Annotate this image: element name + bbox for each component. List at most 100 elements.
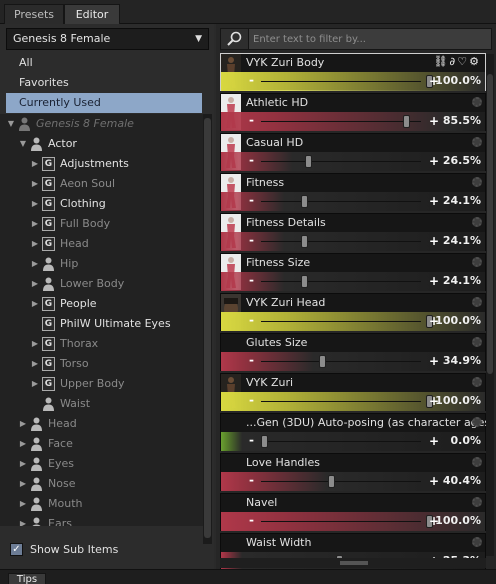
property-slider[interactable]: Love Handles - +40.4% [220, 453, 486, 491]
slider-value[interactable]: 24.1% [443, 272, 481, 290]
tree-item[interactable]: ▶ G Torso [30, 354, 204, 374]
property-slider[interactable]: VYK Zuri - +100.0% [220, 373, 486, 411]
tree-item[interactable]: ▶ Lower Body [30, 274, 204, 294]
tab-presets[interactable]: Presets [4, 4, 64, 24]
tree-item[interactable]: ▶ G Head [30, 234, 204, 254]
decrement-icon[interactable]: - [249, 112, 254, 129]
increment-icon[interactable]: + [429, 232, 439, 250]
tree-item[interactable]: ▶ G Thorax [30, 334, 204, 354]
slider-track[interactable]: - +85.5% [221, 112, 485, 131]
gear-icon[interactable] [472, 417, 482, 427]
slider-track[interactable]: - +100.0% [221, 512, 485, 531]
gear-icon[interactable] [472, 297, 482, 307]
tree-item[interactable]: ▶ Face [18, 434, 204, 454]
slider-handle[interactable] [319, 355, 326, 368]
expand-right-icon[interactable]: ▶ [30, 194, 40, 214]
expand-down-icon[interactable]: ▼ [6, 114, 16, 134]
property-slider[interactable]: Fitness - +24.1% [220, 173, 486, 211]
property-slider[interactable]: ...Gen (3DU) Auto-posing (as character a… [220, 413, 494, 451]
slider-scrollbar-thumb[interactable] [487, 74, 493, 374]
property-slider[interactable]: Fitness Size - +24.1% [220, 253, 486, 291]
increment-icon[interactable]: + [429, 472, 439, 490]
property-slider[interactable]: Athletic HD - +85.5% [220, 93, 486, 131]
slider-track[interactable]: - +100.0% [221, 72, 485, 91]
category-currently-used[interactable]: Currently Used [6, 93, 202, 113]
tree-item[interactable]: ▶ G Adjustments [30, 154, 204, 174]
slider-handle[interactable] [301, 235, 308, 248]
expand-right-icon[interactable]: ▶ [18, 494, 28, 514]
slider-track[interactable]: - +40.4% [221, 472, 485, 491]
slider-value[interactable]: 85.5% [443, 112, 481, 130]
link-icon[interactable]: ⛓ [434, 55, 450, 68]
expand-right-icon[interactable]: ▶ [30, 174, 40, 194]
gear-icon[interactable] [472, 137, 482, 147]
expand-right-icon[interactable]: ▶ [30, 294, 40, 314]
decrement-icon[interactable]: - [249, 272, 254, 289]
tree-item[interactable]: ▶ G People [30, 294, 204, 314]
tree-item[interactable]: ▼ Actor [18, 134, 204, 154]
property-slider[interactable]: Fitness Details - +24.1% [220, 213, 486, 251]
decrement-icon[interactable]: - [249, 392, 254, 409]
slider-value[interactable]: 34.9% [443, 352, 481, 370]
slider-track[interactable]: - +24.1% [221, 232, 485, 251]
expand-right-icon[interactable]: ▶ [18, 474, 28, 494]
increment-icon[interactable]: + [429, 352, 439, 370]
tree-item[interactable]: G PhilW Ultimate Eyes [30, 314, 204, 334]
slider-track[interactable]: - +0.0% [221, 432, 485, 451]
decrement-icon[interactable]: - [249, 192, 254, 209]
slider-track[interactable]: - +24.1% [221, 192, 485, 211]
slider-track[interactable]: - +100.0% [221, 392, 485, 411]
slider-track[interactable]: - +100.0% [221, 312, 485, 331]
property-slider[interactable]: Casual HD - +26.5% [220, 133, 486, 171]
slider-value[interactable]: 24.1% [443, 232, 481, 250]
expand-right-icon[interactable]: ▶ [18, 514, 28, 526]
decrement-icon[interactable]: - [249, 472, 254, 489]
slider-value[interactable]: 24.1% [443, 192, 481, 210]
increment-icon[interactable]: + [429, 112, 439, 130]
expand-right-icon[interactable]: ▶ [30, 214, 40, 234]
increment-icon[interactable]: + [429, 272, 439, 290]
expand-right-icon[interactable]: ▶ [30, 254, 40, 274]
tree-item[interactable]: ▶ Head [18, 414, 204, 434]
expand-right-icon[interactable]: ▶ [30, 234, 40, 254]
slider-track[interactable]: - +24.1% [221, 272, 485, 291]
decrement-icon[interactable]: - [249, 512, 254, 529]
gear-icon[interactable] [472, 217, 482, 227]
slider-scrollbar[interactable] [486, 54, 494, 556]
gear-icon[interactable] [472, 177, 482, 187]
tree-item[interactable]: ▶ G Clothing [30, 194, 204, 214]
slider-handle[interactable] [301, 195, 308, 208]
slider-track[interactable]: - +26.5% [221, 152, 485, 171]
category-all[interactable]: All [6, 53, 202, 73]
gear-icon[interactable] [472, 337, 482, 347]
filter-input[interactable] [253, 30, 485, 48]
slider-track[interactable]: - +34.9% [221, 352, 485, 371]
tree-scrollbar[interactable] [203, 114, 212, 544]
panel-resize-handle[interactable] [220, 558, 486, 568]
property-slider[interactable]: Navel - +100.0% [220, 493, 486, 531]
expand-right-icon[interactable]: ▶ [18, 454, 28, 474]
search-icon[interactable] [221, 29, 249, 49]
expand-right-icon[interactable]: ▶ [30, 274, 40, 294]
slider-value[interactable]: 100.0% [435, 72, 481, 90]
figure-select[interactable]: Genesis 8 Female ▼ [6, 28, 209, 50]
tree-item[interactable]: ▶ G Aeon Soul [30, 174, 204, 194]
slider-value[interactable]: 100.0% [435, 312, 481, 330]
tree-item[interactable]: ▶ Hip [30, 254, 204, 274]
slider-handle[interactable] [261, 435, 268, 448]
decrement-icon[interactable]: - [249, 72, 254, 89]
slider-value[interactable]: 26.5% [443, 152, 481, 170]
slider-value[interactable]: 0.0% [450, 432, 481, 450]
decrement-icon[interactable]: - [249, 312, 254, 329]
slider-handle[interactable] [305, 155, 312, 168]
gear-icon[interactable] [472, 377, 482, 387]
tree-item[interactable]: ▶ Ears [18, 514, 204, 526]
decrement-icon[interactable]: - [249, 232, 254, 249]
gear-icon[interactable] [472, 537, 482, 547]
gear-icon[interactable] [472, 257, 482, 267]
slider-value[interactable]: 100.0% [435, 512, 481, 530]
tree-item[interactable]: ▶ G Upper Body [30, 374, 204, 394]
decrement-icon[interactable]: - [249, 152, 254, 169]
property-slider[interactable]: Glutes Size - +34.9% [220, 333, 486, 371]
slider-value[interactable]: 100.0% [435, 392, 481, 410]
